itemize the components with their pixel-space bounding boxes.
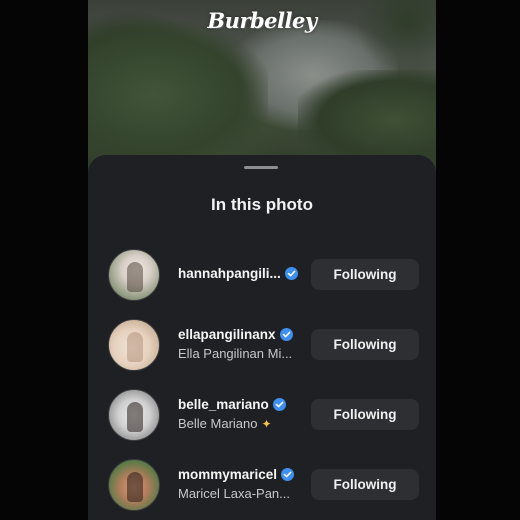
- verified-badge-icon: [272, 398, 286, 411]
- tagged-person-row[interactable]: ellapangilinanx Ella Pangilinan Mi... Fo…: [88, 315, 436, 375]
- sheet-drag-handle[interactable]: [244, 166, 278, 169]
- username[interactable]: mommymaricel: [178, 467, 295, 482]
- username-text: ellapangilinanx: [178, 327, 276, 342]
- username-text: belle_mariano: [178, 397, 269, 412]
- avatar[interactable]: [108, 249, 160, 301]
- verified-badge-icon: [279, 328, 293, 341]
- tagged-person-row[interactable]: belle_mariano Belle Mariano ✦ Following: [88, 385, 436, 445]
- tagged-people-sheet: In this photo hannahpangili... Following…: [88, 155, 436, 520]
- post-photo[interactable]: Burbelley: [88, 0, 436, 175]
- photo-trees-left: [88, 20, 268, 170]
- right-backdrop: [436, 0, 520, 520]
- following-button[interactable]: Following: [311, 259, 419, 290]
- phone-screen: Burbelley In this photo hannahpangili...…: [88, 0, 436, 520]
- tagged-person-row[interactable]: mommymaricel Maricel Laxa-Pan... Followi…: [88, 455, 436, 515]
- following-button[interactable]: Following: [311, 329, 419, 360]
- avatar[interactable]: [108, 389, 160, 441]
- username[interactable]: belle_mariano: [178, 397, 286, 412]
- verified-badge-icon: [284, 267, 298, 280]
- username-text: hannahpangili...: [178, 266, 281, 281]
- avatar[interactable]: [108, 319, 160, 371]
- full-name-text: Belle Mariano: [178, 416, 258, 431]
- full-name: Belle Mariano ✦: [178, 416, 272, 431]
- left-backdrop: [0, 0, 88, 520]
- verified-badge-icon: [281, 468, 295, 481]
- sparkle-emoji-icon: ✦: [261, 417, 272, 431]
- username[interactable]: ellapangilinanx: [178, 327, 293, 342]
- sheet-title: In this photo: [211, 195, 313, 214]
- watermark-logo: Burbelley: [207, 8, 317, 33]
- following-button[interactable]: Following: [311, 469, 419, 500]
- username-text: mommymaricel: [178, 467, 278, 482]
- full-name: Maricel Laxa-Pan...: [178, 486, 290, 501]
- following-button[interactable]: Following: [311, 399, 419, 430]
- full-name: Ella Pangilinan Mi...: [178, 346, 293, 361]
- avatar[interactable]: [108, 459, 160, 511]
- tagged-person-row[interactable]: hannahpangili... Following: [88, 245, 436, 305]
- username[interactable]: hannahpangili...: [178, 266, 298, 281]
